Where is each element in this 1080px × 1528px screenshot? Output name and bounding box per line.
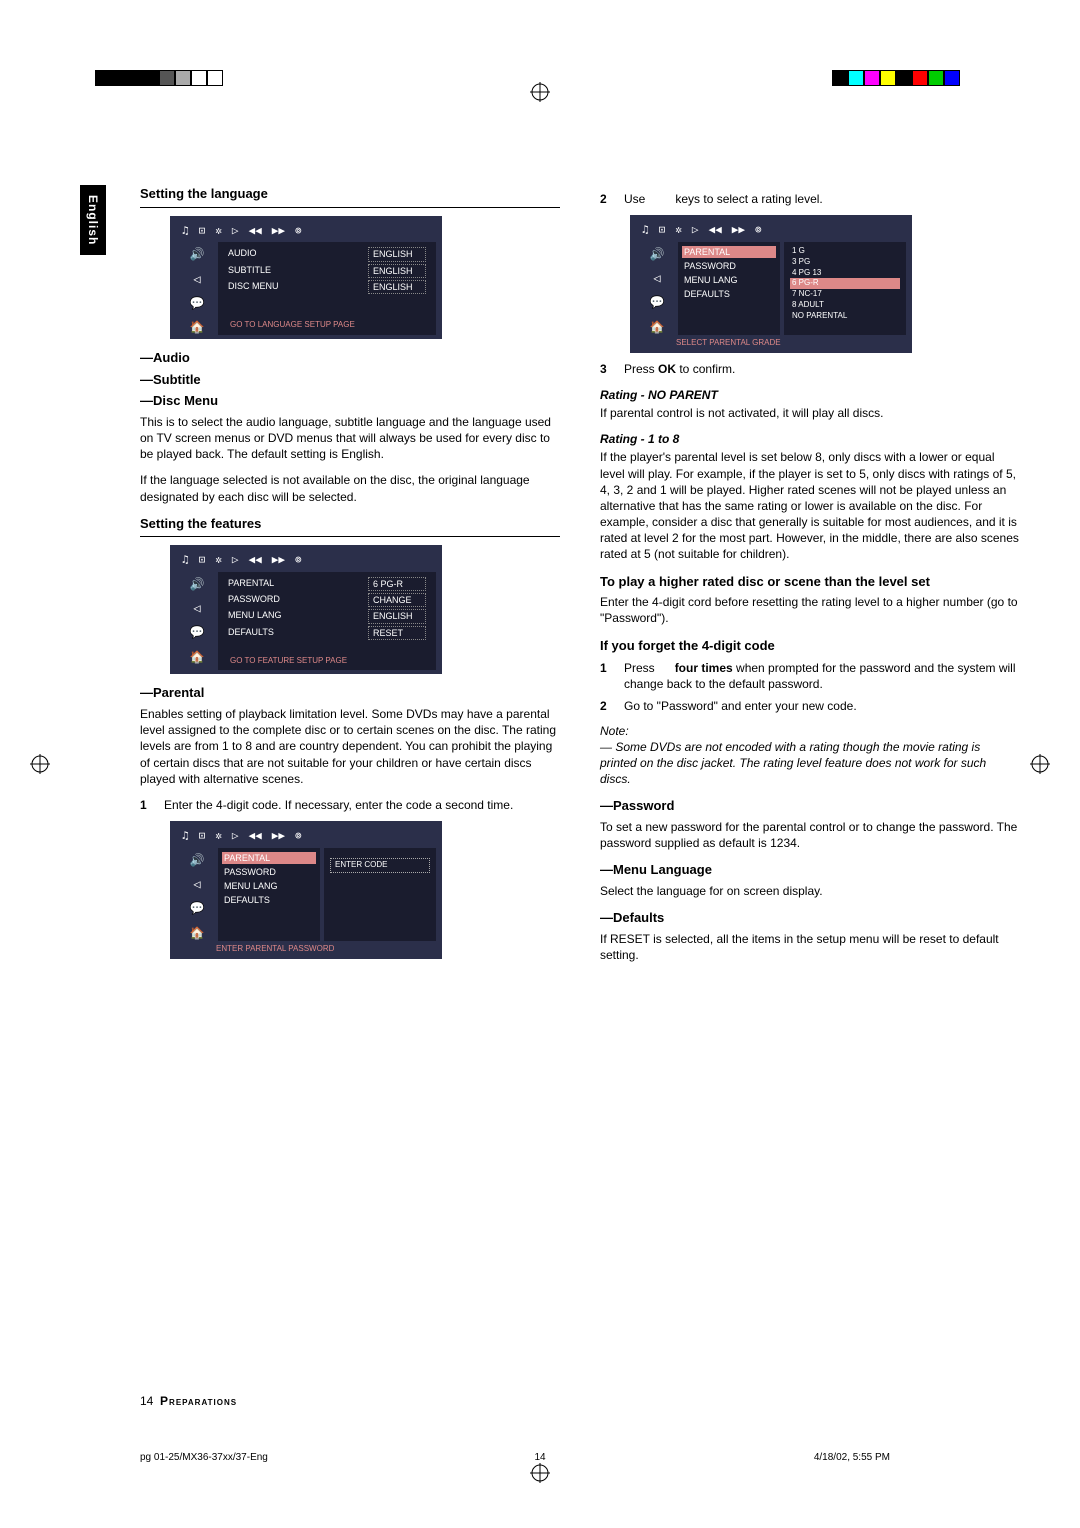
para-play-higher: Enter the 4-digit cord before resetting … bbox=[600, 594, 1020, 626]
heading-disc-menu: —Disc Menu bbox=[140, 392, 560, 410]
print-file: pg 01-25/MX36-37xx/37-Eng bbox=[140, 1452, 268, 1463]
crop-mark-left bbox=[30, 754, 50, 774]
print-slug-line: pg 01-25/MX36-37xx/37-Eng 14 4/18/02, 5:… bbox=[140, 1452, 940, 1463]
para-language-desc: This is to select the audio language, su… bbox=[140, 414, 560, 463]
osd-rating-select: ♫⊡✲▷◀◀▶▶⊚ 🔊◁💬🏠 PARENTAL PASSWORD MENU LA… bbox=[630, 215, 912, 352]
para-parental: Enables setting of playback limitation l… bbox=[140, 706, 560, 787]
regmarks-left bbox=[95, 70, 223, 86]
page-content: Setting the language ♫⊡✲▷◀◀▶▶⊚ 🔊◁💬🏠 AUDI… bbox=[140, 185, 1020, 973]
para-defaults: If RESET is selected, all the items in t… bbox=[600, 931, 1020, 963]
page-footer: 14 Preparations bbox=[140, 1394, 237, 1408]
left-column: Setting the language ♫⊡✲▷◀◀▶▶⊚ 🔊◁💬🏠 AUDI… bbox=[140, 185, 560, 973]
crop-mark-right bbox=[1030, 754, 1050, 774]
osd-parental-password: ♫⊡✲▷◀◀▶▶⊚ 🔊◁💬🏠 PARENTAL PASSWORD MENU LA… bbox=[170, 821, 442, 958]
heading-setting-language: Setting the language bbox=[140, 185, 560, 208]
heading-subtitle: —Subtitle bbox=[140, 371, 560, 389]
regmarks-right bbox=[832, 70, 960, 86]
para-noparent: If parental control is not activated, it… bbox=[600, 405, 1020, 421]
heading-rating-noparent: Rating - NO PARENT bbox=[600, 387, 1020, 403]
crop-mark-bottom bbox=[530, 1463, 550, 1483]
para-language-fallback: If the language selected is not availabl… bbox=[140, 472, 560, 504]
osd-feature-setup: ♫⊡✲▷◀◀▶▶⊚ 🔊◁💬🏠 PARENTAL6 PG-R PASSWORDCH… bbox=[170, 545, 442, 674]
crop-mark-top bbox=[530, 82, 550, 102]
heading-setting-features: Setting the features bbox=[140, 515, 560, 538]
note: Note: — Some DVDs are not encoded with a… bbox=[600, 723, 1020, 788]
heading-parental: —Parental bbox=[140, 684, 560, 702]
print-page: 14 bbox=[534, 1452, 545, 1463]
heading-password: —Password bbox=[600, 797, 1020, 815]
step-forget-2: 2 Go to "Password" and enter your new co… bbox=[600, 698, 1020, 714]
step-forget-1: 1 Press four times when prompted for the… bbox=[600, 660, 1020, 692]
para-menu-language: Select the language for on screen displa… bbox=[600, 883, 1020, 899]
heading-forget-code: If you forget the 4-digit code bbox=[600, 637, 1020, 655]
manual-page: English Setting the language ♫⊡✲▷◀◀▶▶⊚ 🔊… bbox=[0, 0, 1080, 1528]
heading-play-higher: To play a higher rated disc or scene tha… bbox=[600, 573, 1020, 591]
step-select-rating: 2 Use keys to select a rating level. bbox=[600, 191, 1020, 207]
step-press-ok: 3 Press OK to confirm. bbox=[600, 361, 1020, 377]
language-tab: English bbox=[80, 185, 106, 255]
para-rating-1-8: If the player's parental level is set be… bbox=[600, 449, 1020, 562]
print-date: 4/18/02, 5:55 PM bbox=[814, 1452, 890, 1463]
heading-menu-language: —Menu Language bbox=[600, 861, 1020, 879]
right-column: 2 Use keys to select a rating level. ♫⊡✲… bbox=[600, 185, 1020, 973]
heading-defaults: —Defaults bbox=[600, 909, 1020, 927]
heading-rating-1-8: Rating - 1 to 8 bbox=[600, 431, 1020, 447]
para-password: To set a new password for the parental c… bbox=[600, 819, 1020, 851]
step-enter-code: 1 Enter the 4-digit code. If necessary, … bbox=[140, 797, 560, 813]
osd-language-setup: ♫⊡✲▷◀◀▶▶⊚ 🔊◁💬🏠 AUDIOENGLISH SUBTITLEENGL… bbox=[170, 216, 442, 340]
heading-audio: —Audio bbox=[140, 349, 560, 367]
